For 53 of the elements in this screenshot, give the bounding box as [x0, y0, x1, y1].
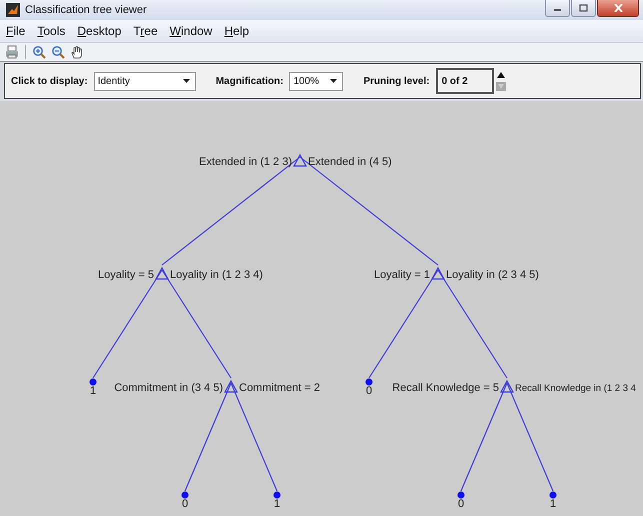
menu-item[interactable]: Tools	[37, 24, 66, 38]
leaf-label: 0	[458, 498, 464, 510]
menu-item[interactable]: File	[6, 24, 26, 38]
magnification-label: Magnification:	[216, 76, 284, 86]
caret-icon	[330, 79, 338, 83]
leaf-node-dot[interactable]	[366, 378, 372, 386]
maximize-button[interactable]	[571, 0, 596, 17]
split-label: Extended in (4 5)	[308, 156, 392, 168]
caret-icon	[182, 79, 190, 83]
leaf-label: 1	[274, 498, 280, 510]
dropdown[interactable]: Identity	[94, 72, 196, 90]
zoom-out-icon[interactable]	[50, 44, 66, 60]
leaf-node-dot[interactable]	[90, 378, 96, 386]
split-node-marker[interactable]	[500, 380, 514, 393]
pruning-level-field[interactable]: 0 of 2	[436, 68, 494, 94]
split-label: Loyality = 5	[98, 269, 154, 281]
menu-item[interactable]: Desktop	[77, 24, 122, 38]
split-label: Commitment = 2	[239, 382, 320, 394]
split-label: Commitment in (3 4 5)	[114, 382, 223, 394]
menu-item[interactable]: Tree	[133, 24, 158, 38]
leaf-node-dot[interactable]	[274, 492, 280, 498]
leaf-node-dot[interactable]	[550, 492, 556, 498]
hand-icon[interactable]	[69, 44, 85, 60]
leaf-label: 0	[366, 385, 372, 397]
menu-item[interactable]: Window	[170, 24, 212, 38]
dropdown[interactable]: 100%	[289, 72, 344, 90]
maximize-icon	[579, 4, 588, 12]
window-title: Classification tree viewer	[25, 4, 148, 16]
pruning-label: Pruning level:	[363, 76, 430, 86]
app-icon	[6, 3, 20, 17]
split-node-marker[interactable]	[224, 380, 238, 393]
close-icon	[614, 4, 622, 12]
leaf-label: 0	[182, 498, 188, 510]
leaf-node-dot[interactable]	[182, 492, 188, 498]
spinner[interactable]	[496, 70, 506, 92]
split-label: Recall Knowledge = 5	[392, 382, 499, 394]
minimize-button[interactable]	[545, 0, 570, 17]
leaf-node-dot[interactable]	[458, 492, 464, 498]
split-label: Loyality = 1	[374, 269, 430, 281]
close-button[interactable]	[597, 0, 639, 17]
menu-item[interactable]: Help	[224, 24, 250, 38]
zoom-in-icon[interactable]	[31, 44, 47, 60]
split-node-marker[interactable]	[292, 154, 308, 167]
split-node-marker[interactable]	[154, 266, 170, 280]
split-label: Recall Knowledge in (1 2 3 4	[515, 383, 636, 394]
split-label: Loyality in (1 2 3 4)	[170, 269, 263, 281]
split-label: Loyality in (2 3 4 5)	[446, 269, 539, 281]
leaf-label: 1	[90, 385, 96, 397]
display-label: Click to display:	[11, 76, 88, 86]
printer-icon[interactable]	[4, 44, 20, 60]
leaf-label: 1	[550, 498, 556, 510]
split-node-marker[interactable]	[430, 266, 446, 280]
split-label: Extended in (1 2 3)	[199, 156, 292, 168]
